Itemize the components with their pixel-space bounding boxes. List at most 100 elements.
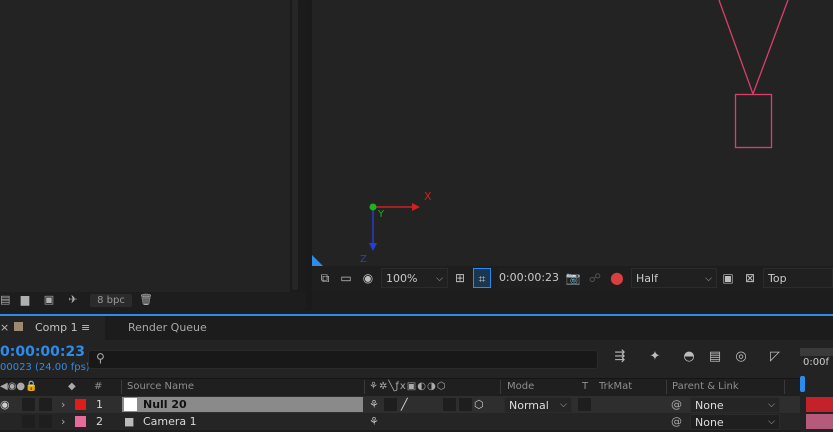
magnification-dropdown[interactable]: 100% ⌵ <box>381 268 448 288</box>
current-time-indicator[interactable] <box>800 376 805 392</box>
draft-3d-icon[interactable]: ✦ <box>645 349 665 364</box>
column-separator <box>364 380 365 394</box>
preserve-transparency-switch[interactable] <box>578 398 591 411</box>
tab-comp-1-label: Comp 1 <box>35 321 78 334</box>
audio-switch[interactable] <box>22 398 35 411</box>
column-separator <box>784 380 785 394</box>
blend-mode-dropdown[interactable]: Normal ⌵ <box>504 397 572 413</box>
safe-margins-icon[interactable]: ⊞ <box>451 268 469 288</box>
column-parent-link[interactable]: Parent & Link <box>672 379 739 395</box>
lock-switch[interactable] <box>39 398 52 411</box>
fast-previews-icon[interactable]: ▣ <box>719 268 737 288</box>
monitor-icon[interactable]: ▭ <box>337 268 355 288</box>
3d-view-dropdown[interactable]: Top <box>763 268 833 288</box>
layer-name[interactable]: Null 20 <box>143 396 187 413</box>
shy-layers-icon[interactable]: ◓ <box>679 349 699 364</box>
column-mode[interactable]: Mode <box>507 379 534 395</box>
layer-name[interactable]: Camera 1 <box>143 413 197 430</box>
shy-switch-icon[interactable]: ⚘ <box>369 413 379 430</box>
chevron-down-icon: ⌵ <box>768 417 775 427</box>
layer-number: 2 <box>96 415 103 428</box>
adjustment-switch[interactable] <box>459 398 472 411</box>
chevron-down-icon: ⌵ <box>436 274 443 284</box>
bit-depth-button[interactable]: 8 bpc <box>90 294 132 307</box>
column-source-name[interactable]: Source Name <box>127 379 194 395</box>
motion-blur-switch[interactable] <box>443 398 456 411</box>
chevron-down-icon: ⌵ <box>705 274 712 284</box>
project-panel <box>0 0 290 292</box>
expand-chevron-icon[interactable]: › <box>61 413 65 430</box>
camera-frustum-right <box>752 0 789 95</box>
current-time-display[interactable]: 0:00:00:23 <box>0 343 85 361</box>
layer-switches-icons: ⚘✲╲ƒx▣◐◑⬡ <box>369 381 447 392</box>
project-scrollbar-thumb[interactable] <box>292 0 298 290</box>
z-axis-label: Z <box>360 254 367 265</box>
parent-dropdown[interactable]: None ⌵ <box>690 397 780 413</box>
camera-snapshot-icon[interactable]: 📷 <box>564 268 582 288</box>
audio-switch[interactable] <box>22 415 35 428</box>
3d-layer-icon[interactable]: ⬡ <box>474 396 484 413</box>
tab-close-icon[interactable]: × <box>0 320 9 336</box>
camera-body <box>734 93 773 149</box>
pick-whip-icon[interactable]: @ <box>671 396 682 413</box>
column-trkmat[interactable]: TrkMat <box>599 379 632 395</box>
time-ruler-label: 0:00f <box>803 357 829 368</box>
3d-view-value: Top <box>768 272 787 285</box>
graph-editor-icon[interactable]: ◸ <box>765 349 785 364</box>
column-separator <box>121 380 122 394</box>
show-snapshot-icon[interactable]: ☍ <box>586 268 604 288</box>
rgb-channels-icon[interactable]: ⬤ <box>608 268 626 288</box>
blend-mode-value: Normal <box>509 399 549 412</box>
column-separator <box>666 380 667 394</box>
transparency-grid-icon[interactable]: ⊠ <box>741 268 759 288</box>
label-tag-icon: ◆ <box>68 381 76 392</box>
layer-search-input[interactable] <box>88 350 598 369</box>
layer-bar-null[interactable] <box>806 397 833 412</box>
motion-blur-icon[interactable]: ◎ <box>731 349 751 364</box>
frame-blending-icon[interactable]: ▤ <box>705 349 725 364</box>
interpret-footage-icon[interactable]: ▤ <box>0 293 10 307</box>
visibility-eye-icon[interactable]: ◉ <box>0 396 10 413</box>
viewer-corner-marker <box>312 255 323 266</box>
layer-label-color[interactable] <box>75 416 86 427</box>
tab-menu-icon[interactable]: ≡ <box>81 320 90 336</box>
work-area-bar[interactable] <box>800 348 833 356</box>
magnification-value: 100% <box>386 272 418 285</box>
y-axis-label: Y <box>378 209 385 220</box>
parent-value: None <box>695 416 724 429</box>
av-switches-icons: ◀◉●🔒 <box>0 381 38 392</box>
region-of-interest-icon[interactable]: ⌗ <box>473 268 491 288</box>
chevron-down-icon: ⌵ <box>560 400 567 410</box>
resolution-value: Half <box>636 272 658 285</box>
new-folder-icon[interactable]: ▆ <box>16 293 34 307</box>
column-number[interactable]: # <box>94 379 102 395</box>
shy-switch-icon[interactable]: ⚘ <box>369 396 379 413</box>
expand-chevron-icon[interactable]: › <box>61 396 65 413</box>
parent-value: None <box>695 399 724 412</box>
search-icon: ⚲ <box>96 351 105 365</box>
always-preview-icon[interactable]: ⧉ <box>316 268 334 288</box>
layer-label-color[interactable] <box>75 399 86 410</box>
new-composition-icon[interactable]: ▣ <box>40 293 58 307</box>
chevron-down-icon: ⌵ <box>768 400 775 410</box>
viewer-timecode[interactable]: 0:00:00:23 <box>498 268 560 288</box>
viewer-canvas <box>312 0 789 266</box>
column-t[interactable]: T <box>582 379 588 395</box>
tab-render-queue[interactable]: Render Queue <box>128 320 207 336</box>
adjust-settings-icon[interactable]: ✈ <box>64 293 82 307</box>
x-axis-arrow <box>412 203 420 211</box>
layer-number: 1 <box>96 398 103 411</box>
parent-dropdown[interactable]: None ⌵ <box>690 414 780 430</box>
mask-icon[interactable]: ◉ <box>359 268 377 288</box>
layer-bar-camera[interactable] <box>806 414 833 429</box>
collapse-switch[interactable] <box>384 398 397 411</box>
composition-mini-flowchart-icon[interactable]: ⇶ <box>610 349 630 364</box>
resolution-dropdown[interactable]: Half ⌵ <box>631 268 717 288</box>
column-separator <box>500 380 501 394</box>
lock-switch[interactable] <box>39 415 52 428</box>
pick-whip-icon[interactable]: @ <box>671 413 682 430</box>
timeline-tab-bar <box>0 316 833 340</box>
quality-switch-icon[interactable]: ╱ <box>401 396 408 413</box>
camera-frustum-left <box>718 0 754 95</box>
delete-icon[interactable]: 🗑 <box>138 293 154 307</box>
